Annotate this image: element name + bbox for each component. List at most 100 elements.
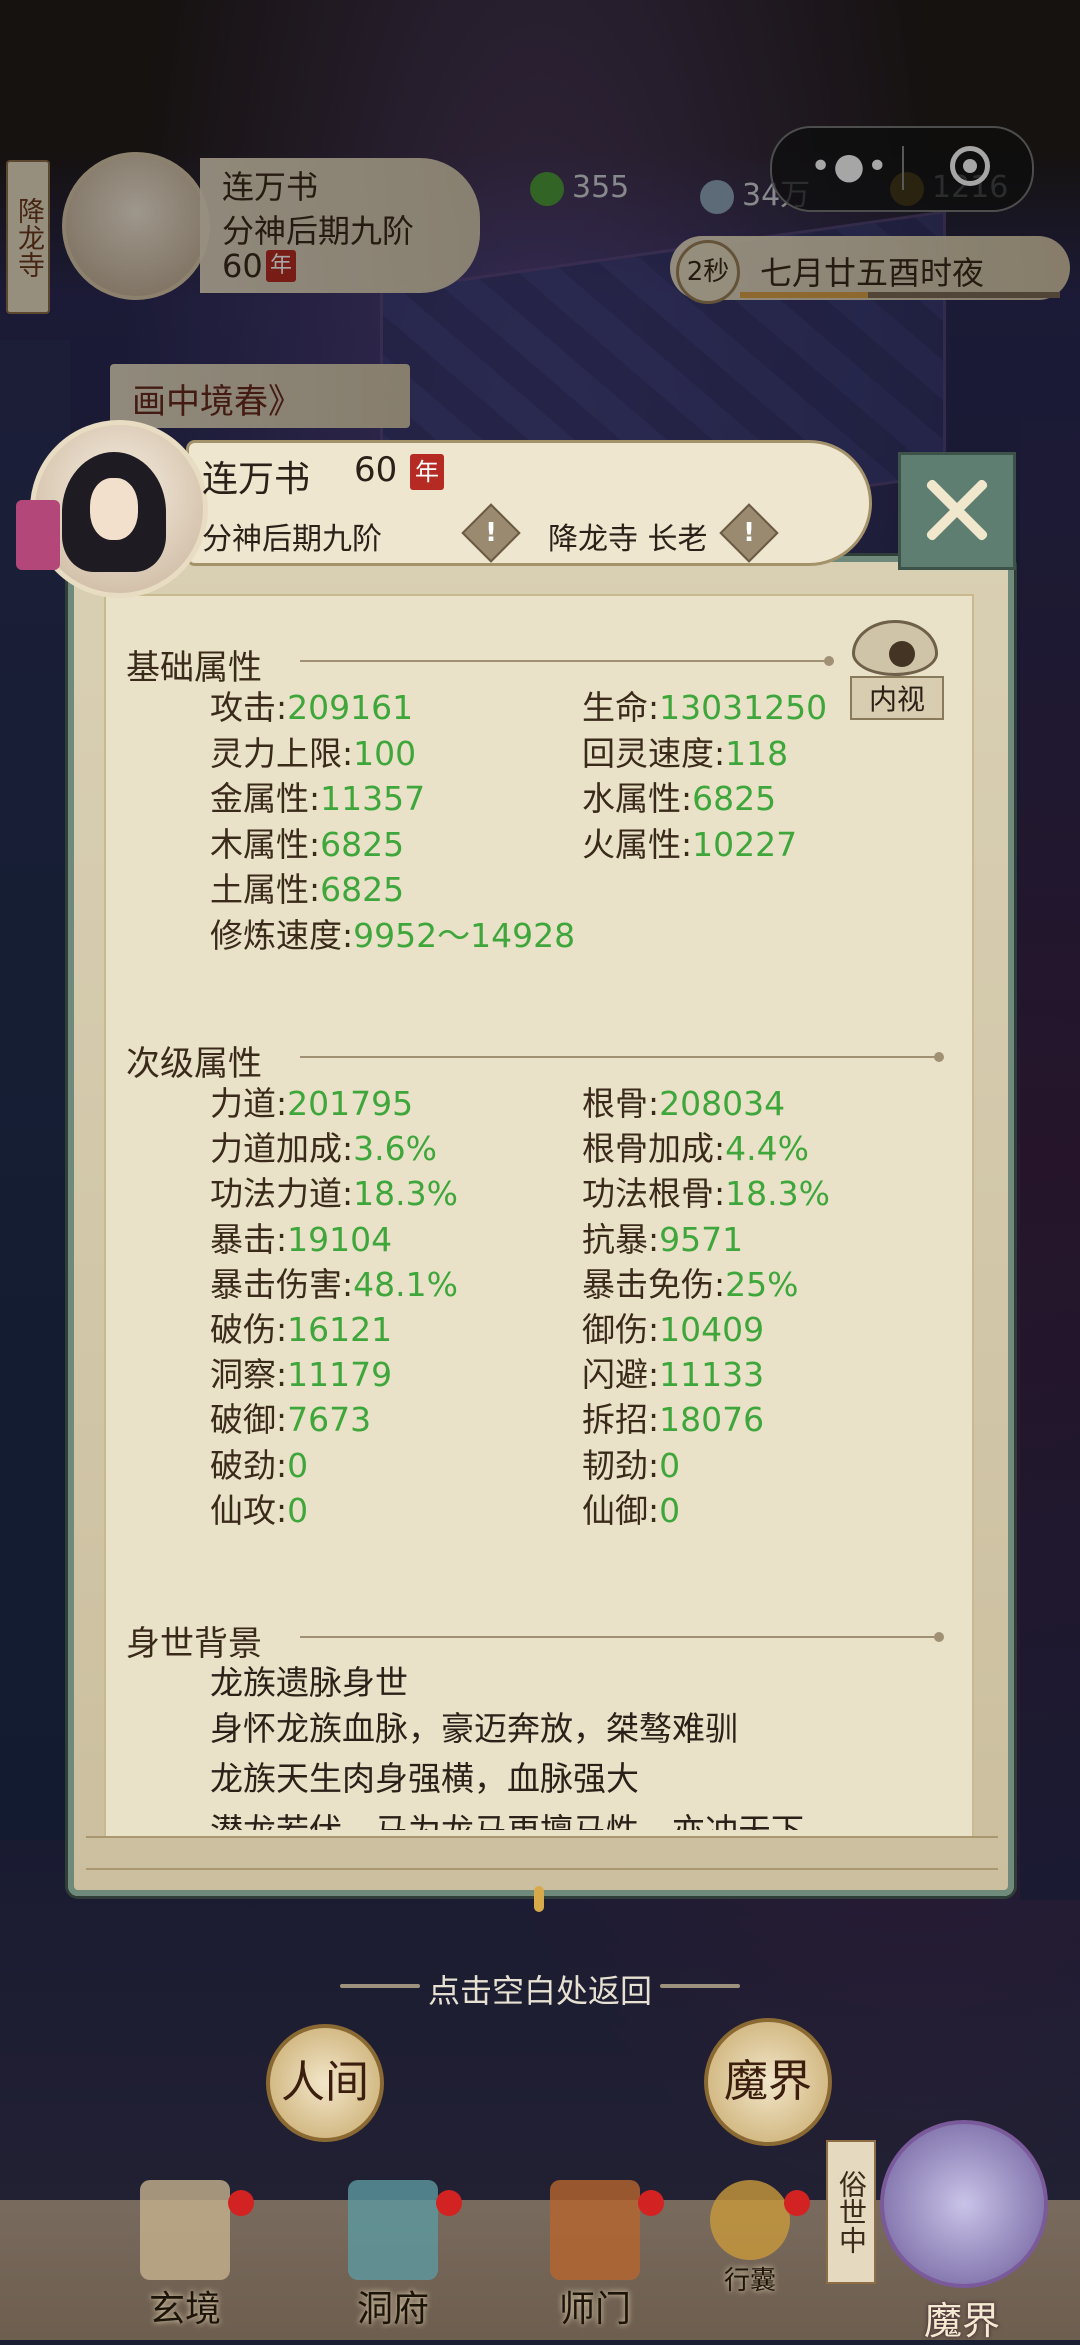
notification-dot	[638, 2190, 664, 2216]
attribute-value: 11179	[287, 1355, 393, 1395]
eye-icon	[852, 620, 938, 676]
portrait-tag	[16, 500, 60, 570]
attribute-label: 洞察:	[210, 1355, 288, 1395]
nav-xingnang[interactable]: 行囊	[680, 2180, 820, 2340]
background-line: 龙族天生肉身强横，血脉强大	[210, 1759, 639, 1798]
demon-realm-label[interactable]: 魔界	[872, 2290, 1052, 2345]
attribute-label: 生命:	[582, 688, 660, 727]
portrait-face	[90, 478, 138, 540]
attribute-label: 闪避:	[582, 1355, 660, 1395]
background-title: 身世背景	[126, 1624, 262, 1664]
character-name: 连万书	[202, 459, 311, 500]
attribute-label: 功法根骨:	[582, 1174, 726, 1214]
nav-xuanjing[interactable]: 玄境	[110, 2180, 260, 2340]
attribute-label: 破御:	[210, 1400, 288, 1440]
attribute-value: 201795	[287, 1084, 414, 1123]
attribute-label: 土属性:	[210, 870, 321, 909]
basic-attribute: 木属性:6825	[210, 823, 404, 867]
attribute-label: 拆招:	[582, 1400, 660, 1440]
attribute-label: 暴击伤害:	[210, 1264, 354, 1304]
basic-attribute: 灵力上限:100	[210, 732, 416, 776]
attribute-label: 御伤:	[582, 1310, 660, 1349]
attribute-value: 13031250	[659, 688, 828, 727]
secondary-attribute: 韧劲:0	[582, 1444, 680, 1488]
character-sect-role: 降龙寺 长老	[548, 522, 708, 557]
realm-button-demon[interactable]: 魔界	[704, 2018, 832, 2146]
attribute-value: 6825	[320, 824, 405, 864]
attribute-label: 力道:	[210, 1084, 288, 1123]
secondary-attribute: 闪避:11133	[582, 1353, 764, 1397]
attribute-value: 208034	[659, 1084, 786, 1123]
basic-attribute: 修炼速度:9952～14928	[210, 914, 575, 958]
background-text: 龙族遗脉身世 身怀龙族血脉，豪迈奔放，桀骜难驯 龙族天生肉身强横，血脉强大 潜龙…	[104, 1660, 970, 1830]
nav-dongfu[interactable]: 洞府	[318, 2180, 468, 2340]
attribute-label: 攻击:	[210, 688, 288, 727]
attribute-value: 3.6%	[353, 1129, 437, 1169]
divider	[300, 656, 834, 666]
attribute-label: 水属性:	[582, 779, 693, 818]
secondary-attributes-title: 次级属性	[126, 1044, 262, 1084]
secular-tag: 俗世中	[826, 2140, 876, 2284]
attribute-label: 破伤:	[210, 1310, 288, 1349]
attribute-value: 0	[659, 1445, 681, 1485]
attribute-label: 抗暴:	[582, 1219, 660, 1259]
attribute-value: 4.4%	[725, 1129, 809, 1169]
realm-button-human[interactable]: 人间	[266, 2024, 384, 2142]
inspect-button[interactable]: 内视	[846, 614, 944, 720]
attribute-value: 118	[725, 733, 789, 773]
scroll-icon	[140, 2180, 230, 2280]
inspect-label: 内视	[850, 676, 944, 720]
attribute-label: 暴击:	[210, 1219, 288, 1259]
attribute-value: 209161	[287, 688, 414, 727]
attribute-value: 9571	[659, 1219, 744, 1259]
background-line: 身怀龙族血脉，豪迈奔放，桀骜难驯	[210, 1709, 738, 1748]
close-button[interactable]	[898, 452, 1016, 570]
attribute-value: 0	[659, 1490, 681, 1530]
attribute-value: 6825	[320, 870, 405, 909]
attribute-value: 7673	[287, 1400, 372, 1440]
attribute-label: 回灵速度:	[582, 733, 726, 773]
attribute-label: 力道加成:	[210, 1129, 354, 1169]
secondary-attribute: 破伤:16121	[210, 1308, 392, 1352]
notification-dot	[436, 2190, 462, 2216]
secondary-attribute: 暴击:19104	[210, 1218, 392, 1262]
notification-dot	[784, 2190, 810, 2216]
character-age: 60	[354, 450, 398, 490]
panel-pin-icon	[534, 1886, 544, 1912]
attribute-value: 16121	[287, 1310, 393, 1349]
basic-attributes-title: 基础属性	[126, 648, 262, 688]
secondary-attribute: 暴击伤害:48.1%	[210, 1263, 458, 1307]
attribute-label: 金属性:	[210, 779, 321, 818]
attribute-label: 根骨加成:	[582, 1129, 726, 1169]
secondary-attribute: 破御:7673	[210, 1398, 371, 1442]
attribute-label: 灵力上限:	[210, 733, 354, 773]
secondary-attribute: 力道:201795	[210, 1082, 413, 1126]
secondary-attribute: 洞察:11179	[210, 1353, 392, 1397]
secondary-attribute: 抗暴:9571	[582, 1218, 743, 1262]
basic-attribute: 火属性:10227	[582, 823, 797, 867]
attribute-label: 暴击免伤:	[582, 1264, 726, 1304]
demon-realm-portrait[interactable]	[880, 2120, 1048, 2288]
secondary-attribute: 根骨:208034	[582, 1082, 785, 1126]
attribute-value: 18.3%	[725, 1174, 830, 1214]
attribute-label: 仙御:	[582, 1490, 660, 1530]
background-line: 潜龙若伏，马为龙马更擅马性，亦冲天下	[210, 1808, 804, 1830]
attribute-value: 18.3%	[353, 1174, 458, 1214]
attribute-value: 11357	[320, 779, 426, 818]
basic-attribute: 金属性:11357	[210, 777, 425, 821]
attribute-value: 0	[287, 1445, 309, 1485]
attribute-value: 9952～14928	[353, 915, 576, 955]
basic-attribute: 土属性:6825	[210, 868, 404, 912]
attribute-label: 火属性:	[582, 824, 693, 864]
attribute-value: 48.1%	[353, 1264, 458, 1304]
pavilion-icon	[348, 2180, 438, 2280]
attribute-value: 6825	[692, 779, 777, 818]
secondary-attribute: 仙御:0	[582, 1489, 680, 1533]
secondary-attribute: 根骨加成:4.4%	[582, 1127, 809, 1171]
secondary-attribute: 仙攻:0	[210, 1489, 308, 1533]
bag-icon	[710, 2180, 790, 2260]
attribute-label: 功法力道:	[210, 1174, 354, 1214]
nav-shimen[interactable]: 师门	[520, 2180, 670, 2340]
basic-attribute: 回灵速度:118	[582, 732, 788, 776]
attribute-label: 仙攻:	[210, 1490, 288, 1530]
